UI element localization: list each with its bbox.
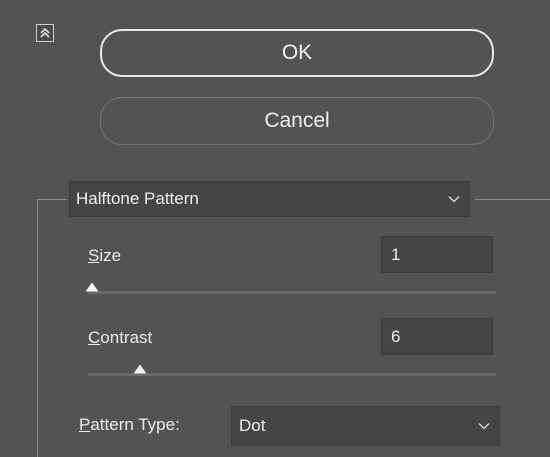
size-value: 1 <box>391 244 401 264</box>
contrast-input[interactable]: 6 <box>381 318 493 355</box>
chevron-down-icon <box>478 422 490 430</box>
size-label: Size <box>88 246 122 265</box>
size-input[interactable]: 1 <box>381 236 493 273</box>
cancel-button-label: Cancel <box>264 109 330 132</box>
group-border <box>37 199 67 200</box>
group-border <box>37 199 38 457</box>
cancel-button[interactable]: Cancel <box>100 97 494 145</box>
ok-button[interactable]: OK <box>100 29 494 77</box>
collapse-button[interactable] <box>36 24 54 42</box>
chevron-down-icon <box>448 195 460 203</box>
ok-button-label: OK <box>281 41 313 64</box>
contrast-slider-thumb[interactable] <box>133 364 147 374</box>
pattern-type-select[interactable]: Dot <box>231 406 500 446</box>
pattern-type-value: Dot <box>239 416 266 435</box>
double-chevron-up-icon <box>39 27 51 39</box>
contrast-value: 6 <box>391 326 401 346</box>
filter-select-value: Halftone Pattern <box>76 189 199 208</box>
size-slider-thumb[interactable] <box>85 282 99 292</box>
contrast-label: Contrast <box>88 328 153 347</box>
group-border <box>475 199 550 200</box>
filter-options-panel: OK Cancel Halftone Pattern Size 1 Contra… <box>0 0 550 457</box>
filter-select[interactable]: Halftone Pattern <box>69 181 470 217</box>
size-slider-track[interactable] <box>88 291 496 294</box>
contrast-slider-track[interactable] <box>88 373 496 376</box>
pattern-type-label: Pattern Type: <box>79 415 180 434</box>
